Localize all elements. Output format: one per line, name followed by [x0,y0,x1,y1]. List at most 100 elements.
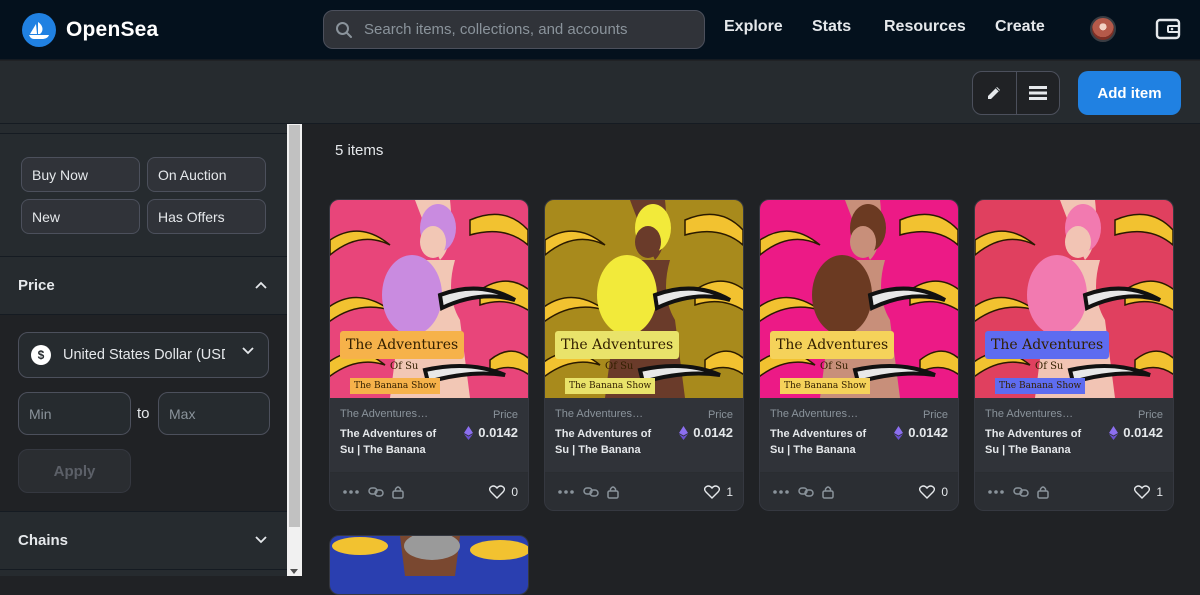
favorite-button[interactable]: 1 [1134,485,1163,499]
item-name[interactable]: The Adventures of Su | The Banana Show [340,426,450,458]
apply-button[interactable]: Apply [18,449,131,493]
edit-button[interactable] [973,72,1016,114]
collection-toolbar: Add item [0,61,1200,124]
price-label: Price [492,409,518,421]
nft-art-subtitle: Of Su [605,361,634,372]
nft-art-subtitle: Of Su [820,361,849,372]
scrollbar-thumb[interactable] [289,125,300,527]
profile-avatar[interactable] [1090,16,1116,42]
price-min-input[interactable] [18,392,131,435]
more-options-icon[interactable] [558,485,574,499]
search-input[interactable] [364,21,684,38]
chevron-down-icon [242,347,254,355]
nft-info: The Adventures of Su The Adventures of S… [760,398,958,470]
add-item-button[interactable]: Add item [1078,71,1181,115]
more-options-icon[interactable] [988,485,1004,499]
chains-section-header[interactable]: Chains [0,512,287,568]
nft-art-caption: The Banana Show [565,378,656,394]
scroll-down-arrow[interactable] [290,569,298,574]
price-value: 0.0142 [894,425,948,440]
currency-select[interactable]: $ United States Dollar (USD) [18,332,269,378]
price-value: 0.0142 [679,425,733,440]
price-amount: 0.0142 [478,425,518,440]
item-count: 5 items [335,142,384,159]
view-toggle-group [972,71,1060,115]
lock-icon[interactable] [391,485,405,499]
pencil-icon [988,87,1001,99]
card-footer: 1 [975,472,1173,510]
dollar-icon: $ [31,345,51,365]
nft-art-subtitle: Of Su [1035,361,1064,372]
like-count: 0 [511,485,518,499]
chevron-up-icon [255,281,267,289]
filter-has-offers[interactable]: Has Offers [147,199,266,234]
nft-info: The Adventures of Su The Adventures of S… [975,398,1173,470]
link-icon[interactable] [583,485,599,499]
top-navbar: OpenSea Explore Stats Resources Create [0,0,1200,60]
more-options-icon[interactable] [343,485,359,499]
more-options-icon[interactable] [773,485,789,499]
price-max-input[interactable] [158,392,270,435]
nav-create[interactable]: Create [995,18,1045,36]
items-panel: 5 items The Adventures Of Su The Banana … [302,124,1200,595]
sidebar-top-divider [0,124,287,134]
price-amount: 0.0142 [908,425,948,440]
nft-card[interactable]: The Adventures Of Su The Banana Show The… [544,199,744,511]
nft-card[interactable]: The Adventures Of Su The Banana Show The… [974,199,1174,511]
nft-art-caption: The Banana Show [780,378,871,394]
collection-name[interactable]: The Adventures of Su [555,408,645,420]
lock-icon[interactable] [821,485,835,499]
price-amount: 0.0142 [1123,425,1163,440]
favorite-button[interactable]: 0 [489,485,518,499]
search-bar[interactable] [323,10,705,49]
filter-buy-now[interactable]: Buy Now [21,157,140,192]
collection-name[interactable]: The Adventures of Su [770,408,860,420]
nft-art-subtitle: Of Su [390,361,419,372]
nft-art-caption: The Banana Show [350,378,441,394]
sidebar-scrollbar[interactable] [287,124,302,576]
divider [0,569,287,570]
collection-name[interactable]: The Adventures of Su [985,408,1075,420]
card-footer: 0 [760,472,958,510]
nav-resources[interactable]: Resources [884,18,966,36]
lock-icon[interactable] [606,485,620,499]
filter-new[interactable]: New [21,199,140,234]
favorite-button[interactable]: 1 [704,485,733,499]
like-count: 1 [726,485,733,499]
nft-info: The Adventures of Su The Adventures of S… [330,398,528,470]
filter-sidebar: Buy Now On Auction New Has Offers Price … [0,124,287,576]
link-icon[interactable] [1013,485,1029,499]
link-icon[interactable] [798,485,814,499]
nft-card[interactable]: The Adventures Of Su The Banana Show The… [329,199,529,511]
nav-explore[interactable]: Explore [724,18,783,36]
price-label: Price [922,409,948,421]
list-view-button[interactable] [1015,72,1059,114]
eth-icon [894,425,904,440]
filter-on-auction[interactable]: On Auction [147,157,266,192]
nft-card[interactable]: The Adventures Of Su The Banana Show The… [759,199,959,511]
opensea-logo[interactable]: OpenSea [22,12,158,48]
nft-art-title: The Adventures [985,331,1110,359]
favorite-button[interactable]: 0 [919,485,948,499]
nav-stats[interactable]: Stats [812,18,851,36]
currency-value: United States Dollar (USD) [63,347,225,363]
nft-card[interactable] [329,535,529,595]
eth-icon [1109,425,1119,440]
link-icon[interactable] [368,485,384,499]
nft-image: The Adventures Of Su The Banana Show [330,200,528,398]
price-section-header[interactable]: Price [0,257,287,313]
opensea-logo-icon [22,13,56,47]
nft-image: The Adventures Of Su The Banana Show [760,200,958,398]
price-section-title: Price [18,276,55,294]
nft-info: The Adventures of Su The Adventures of S… [545,398,743,470]
like-count: 1 [1156,485,1163,499]
nft-image: The Adventures Of Su The Banana Show [975,200,1173,398]
item-name[interactable]: The Adventures of Su | The Banana Show [555,426,665,458]
collection-name[interactable]: The Adventures of Su [340,408,430,420]
item-name[interactable]: The Adventures of Su | The Banana Show [985,426,1095,458]
nft-art-title: The Adventures [770,331,895,359]
lock-icon[interactable] [1036,485,1050,499]
wallet-icon[interactable] [1155,17,1181,41]
item-name[interactable]: The Adventures of Su | The Banana Show [770,426,880,458]
nft-image: The Adventures Of Su The Banana Show [545,200,743,398]
